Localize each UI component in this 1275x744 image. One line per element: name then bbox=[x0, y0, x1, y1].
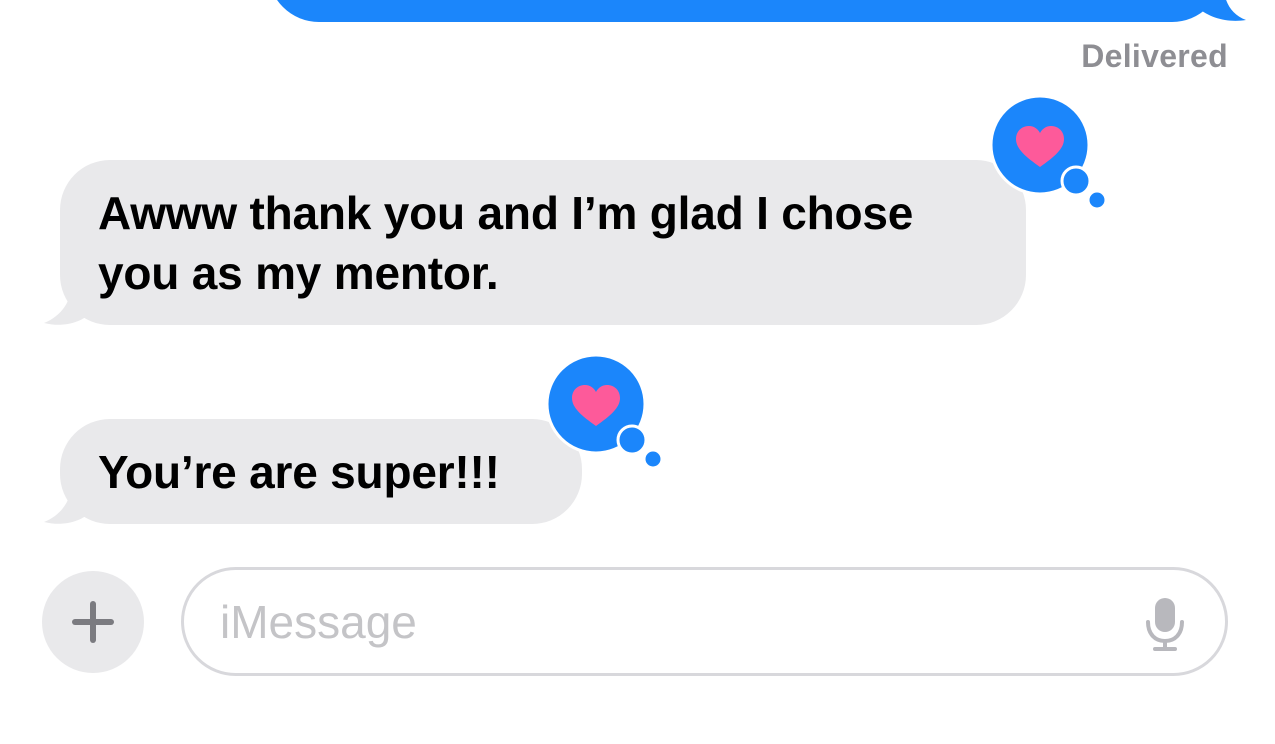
outgoing-message-bubble[interactable] bbox=[268, 0, 1223, 22]
message-input[interactable] bbox=[220, 570, 1120, 673]
microphone-icon[interactable] bbox=[1143, 596, 1187, 652]
outgoing-bubble-tail bbox=[1198, 0, 1246, 21]
message-text: You’re are super!!! bbox=[98, 446, 500, 498]
incoming-message-bubble[interactable]: You’re are super!!! bbox=[60, 419, 582, 524]
plus-icon bbox=[72, 601, 114, 643]
add-attachment-button[interactable] bbox=[42, 571, 144, 673]
message-text: Awww thank you and I’m glad I chose you … bbox=[98, 187, 914, 299]
incoming-message-bubble[interactable]: Awww thank you and I’m glad I chose you … bbox=[60, 160, 1026, 325]
heart-tapback-icon[interactable] bbox=[544, 353, 664, 473]
heart-tapback-icon[interactable] bbox=[988, 94, 1108, 214]
message-field[interactable] bbox=[181, 567, 1228, 676]
delivered-status: Delivered bbox=[1081, 38, 1228, 74]
messages-screen: Delivered Awww thank you and I’m glad I … bbox=[0, 0, 1275, 744]
